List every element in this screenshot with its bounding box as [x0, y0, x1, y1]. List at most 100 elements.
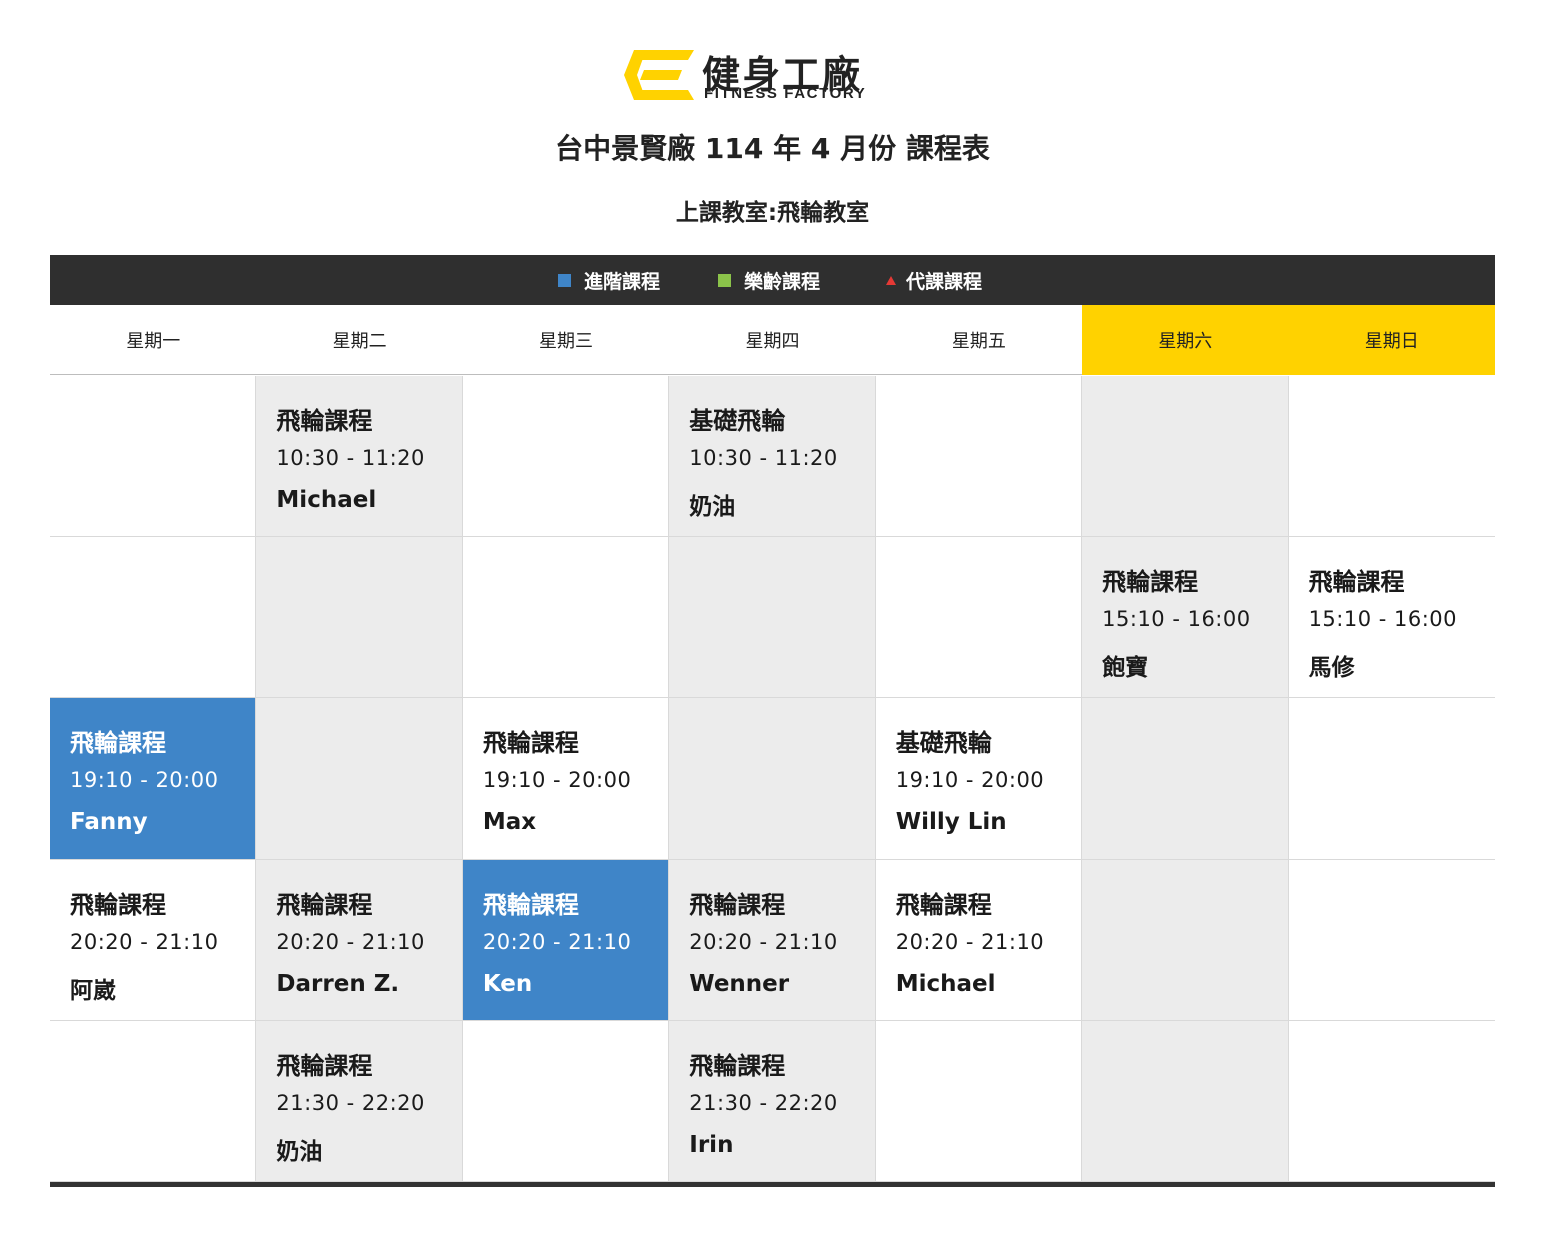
instructor-name: Willy Lin: [895, 809, 1007, 836]
legend-label: 進階課程: [584, 270, 661, 293]
empty-cell: [462, 1020, 670, 1182]
empty-cell: [50, 376, 257, 538]
class-cell: 飛輪課程 15:10 - 16:00 飽寶: [1082, 537, 1289, 699]
legend-bar: 進階課程 樂齡課程 代課課程: [50, 255, 1495, 305]
empty-cell: [1288, 860, 1495, 1021]
class-cell: 飛輪課程 20:20 - 21:10 阿崴: [50, 859, 257, 1021]
day-header-tue: 星期二: [332, 331, 387, 352]
logo-english-text: FITNESS FACTORY: [704, 85, 867, 102]
empty-cell: [1288, 1021, 1495, 1182]
empty-cell: [669, 537, 876, 699]
class-time: 20:20 - 21:10: [276, 929, 425, 954]
empty-cell: [1288, 376, 1495, 538]
legend-item-senior: 樂齡課程: [718, 255, 820, 305]
day-header-wed: 星期三: [539, 331, 594, 352]
empty-cell: [1082, 376, 1289, 538]
class-time: 15:10 - 16:00: [1102, 607, 1251, 632]
instructor-name: Fanny: [70, 809, 148, 836]
schedule-grid: 飛輪課程 10:30 - 11:20 Michael 基礎飛輪 10:30 - 11:2…: [50, 376, 1495, 1182]
class-name: 飛輪課程: [70, 890, 166, 919]
empty-cell: [256, 537, 463, 699]
class-cell: 飛輪課程 21:30 - 22:20 奶油: [256, 1020, 463, 1182]
bottom-divider: [50, 1182, 1495, 1187]
empty-cell: [875, 537, 1083, 699]
empty-cell: [462, 537, 670, 699]
instructor-name: 阿崴: [70, 977, 116, 1004]
empty-cell: [875, 376, 1083, 538]
class-time: 20:20 - 21:10: [689, 929, 838, 954]
instructor-name: Darren Z.: [276, 970, 400, 997]
red-triangle-icon: [886, 275, 896, 285]
blue-square-icon: [558, 273, 571, 287]
class-cell: 飛輪課程 10:30 - 11:20 Michael: [256, 376, 463, 538]
class-time: 21:30 - 22:20: [276, 1090, 425, 1115]
instructor-name: Ken: [482, 970, 533, 997]
legend-item-substitute: 代課課程: [886, 255, 982, 305]
class-name: 飛輪課程: [482, 729, 579, 758]
classroom-subtitle: 上課教室:飛輪教室: [675, 200, 870, 226]
empty-cell: [875, 1020, 1083, 1182]
instructor-name: 馬修: [1308, 655, 1355, 682]
legend-label: 代課課程: [906, 270, 983, 293]
empty-cell: [1082, 859, 1289, 1021]
empty-cell: [50, 537, 257, 699]
instructor-name: Michael: [895, 970, 996, 997]
class-name: 飛輪課程: [1102, 568, 1199, 597]
weekday-header: 星期一 星期二 星期三 星期四 星期五 星期六 星期日: [50, 305, 1495, 375]
day-header-sat: 星期六: [1082, 305, 1289, 375]
class-name: 飛輪課程: [70, 729, 166, 758]
class-time: 19:10 - 20:00: [70, 768, 219, 793]
class-time: 19:10 - 20:00: [895, 768, 1045, 793]
class-cell: 飛輪課程 20:20 - 21:10 Darren Z.: [256, 859, 463, 1021]
class-cell: 飛輪課程 20:20 - 21:10 Michael: [875, 859, 1083, 1021]
instructor-name: 飽寶: [1102, 655, 1149, 682]
instructor-name: 奶油: [689, 494, 736, 520]
class-cell: 基礎飛輪 10:30 - 11:20 奶油: [669, 376, 876, 538]
instructor-name: Wenner: [689, 970, 790, 997]
class-name: 飛輪課程: [689, 1051, 786, 1080]
class-name: 基礎飛輪: [895, 729, 992, 758]
green-square-icon: [718, 273, 731, 287]
class-cell: 基礎飛輪 19:10 - 20:00 Willy Lin: [875, 698, 1083, 860]
class-time: 10:30 - 11:20: [689, 446, 838, 470]
class-name: 飛輪課程: [689, 890, 786, 919]
class-cell: 飛輪課程 19:10 - 20:00 Max: [462, 698, 670, 860]
legend-label: 樂齡課程: [744, 270, 821, 293]
instructor-name: Michael: [276, 487, 377, 513]
class-time: 20:20 - 21:10: [482, 929, 632, 954]
day-header-fri: 星期五: [951, 331, 1006, 352]
class-name: 飛輪課程: [276, 1051, 373, 1080]
class-name: 飛輪課程: [1308, 568, 1405, 597]
class-name: 飛輪課程: [276, 890, 373, 919]
class-name: 飛輪課程: [276, 407, 373, 435]
empty-cell: [1082, 1020, 1289, 1182]
class-time: 15:10 - 16:00: [1308, 607, 1458, 632]
class-time: 20:20 - 21:10: [70, 929, 219, 954]
instructor-name: 奶油: [276, 1138, 323, 1165]
class-cell: 飛輪課程 21:30 - 22:20 Irin: [669, 1020, 876, 1182]
instructor-name: Max: [482, 809, 537, 836]
day-header-mon: 星期一: [126, 331, 181, 352]
empty-cell: [50, 1020, 257, 1182]
class-cell: 飛輪課程 19:10 - 20:00 Fanny: [50, 698, 257, 860]
class-cell: 飛輪課程 20:20 - 21:10 Ken: [462, 859, 670, 1021]
class-name: 基礎飛輪: [689, 407, 786, 435]
empty-cell: [1082, 698, 1289, 860]
page-title: 台中景賢廠 114 年 4 月份 課程表: [555, 132, 990, 165]
class-time: 20:20 - 21:10: [895, 929, 1045, 954]
day-header-sun: 星期日: [1288, 305, 1495, 375]
empty-cell: [256, 698, 463, 860]
class-time: 19:10 - 20:00: [482, 768, 632, 793]
empty-cell: [669, 698, 876, 860]
class-name: 飛輪課程: [895, 890, 992, 919]
fitness-factory-logo-icon: [624, 50, 694, 100]
brand-logo: 健身工廠 FITNESS FACTORY: [620, 46, 930, 104]
legend-item-advanced: 進階課程: [558, 255, 660, 305]
instructor-name: Irin: [689, 1131, 734, 1158]
class-time: 21:30 - 22:20: [689, 1090, 838, 1115]
class-time: 10:30 - 11:20: [276, 446, 425, 470]
class-cell: 飛輪課程 20:20 - 21:10 Wenner: [669, 859, 876, 1021]
class-cell: 飛輪課程 15:10 - 16:00 馬修: [1288, 537, 1495, 699]
day-header-thu: 星期四: [745, 331, 800, 352]
class-name: 飛輪課程: [482, 890, 579, 919]
